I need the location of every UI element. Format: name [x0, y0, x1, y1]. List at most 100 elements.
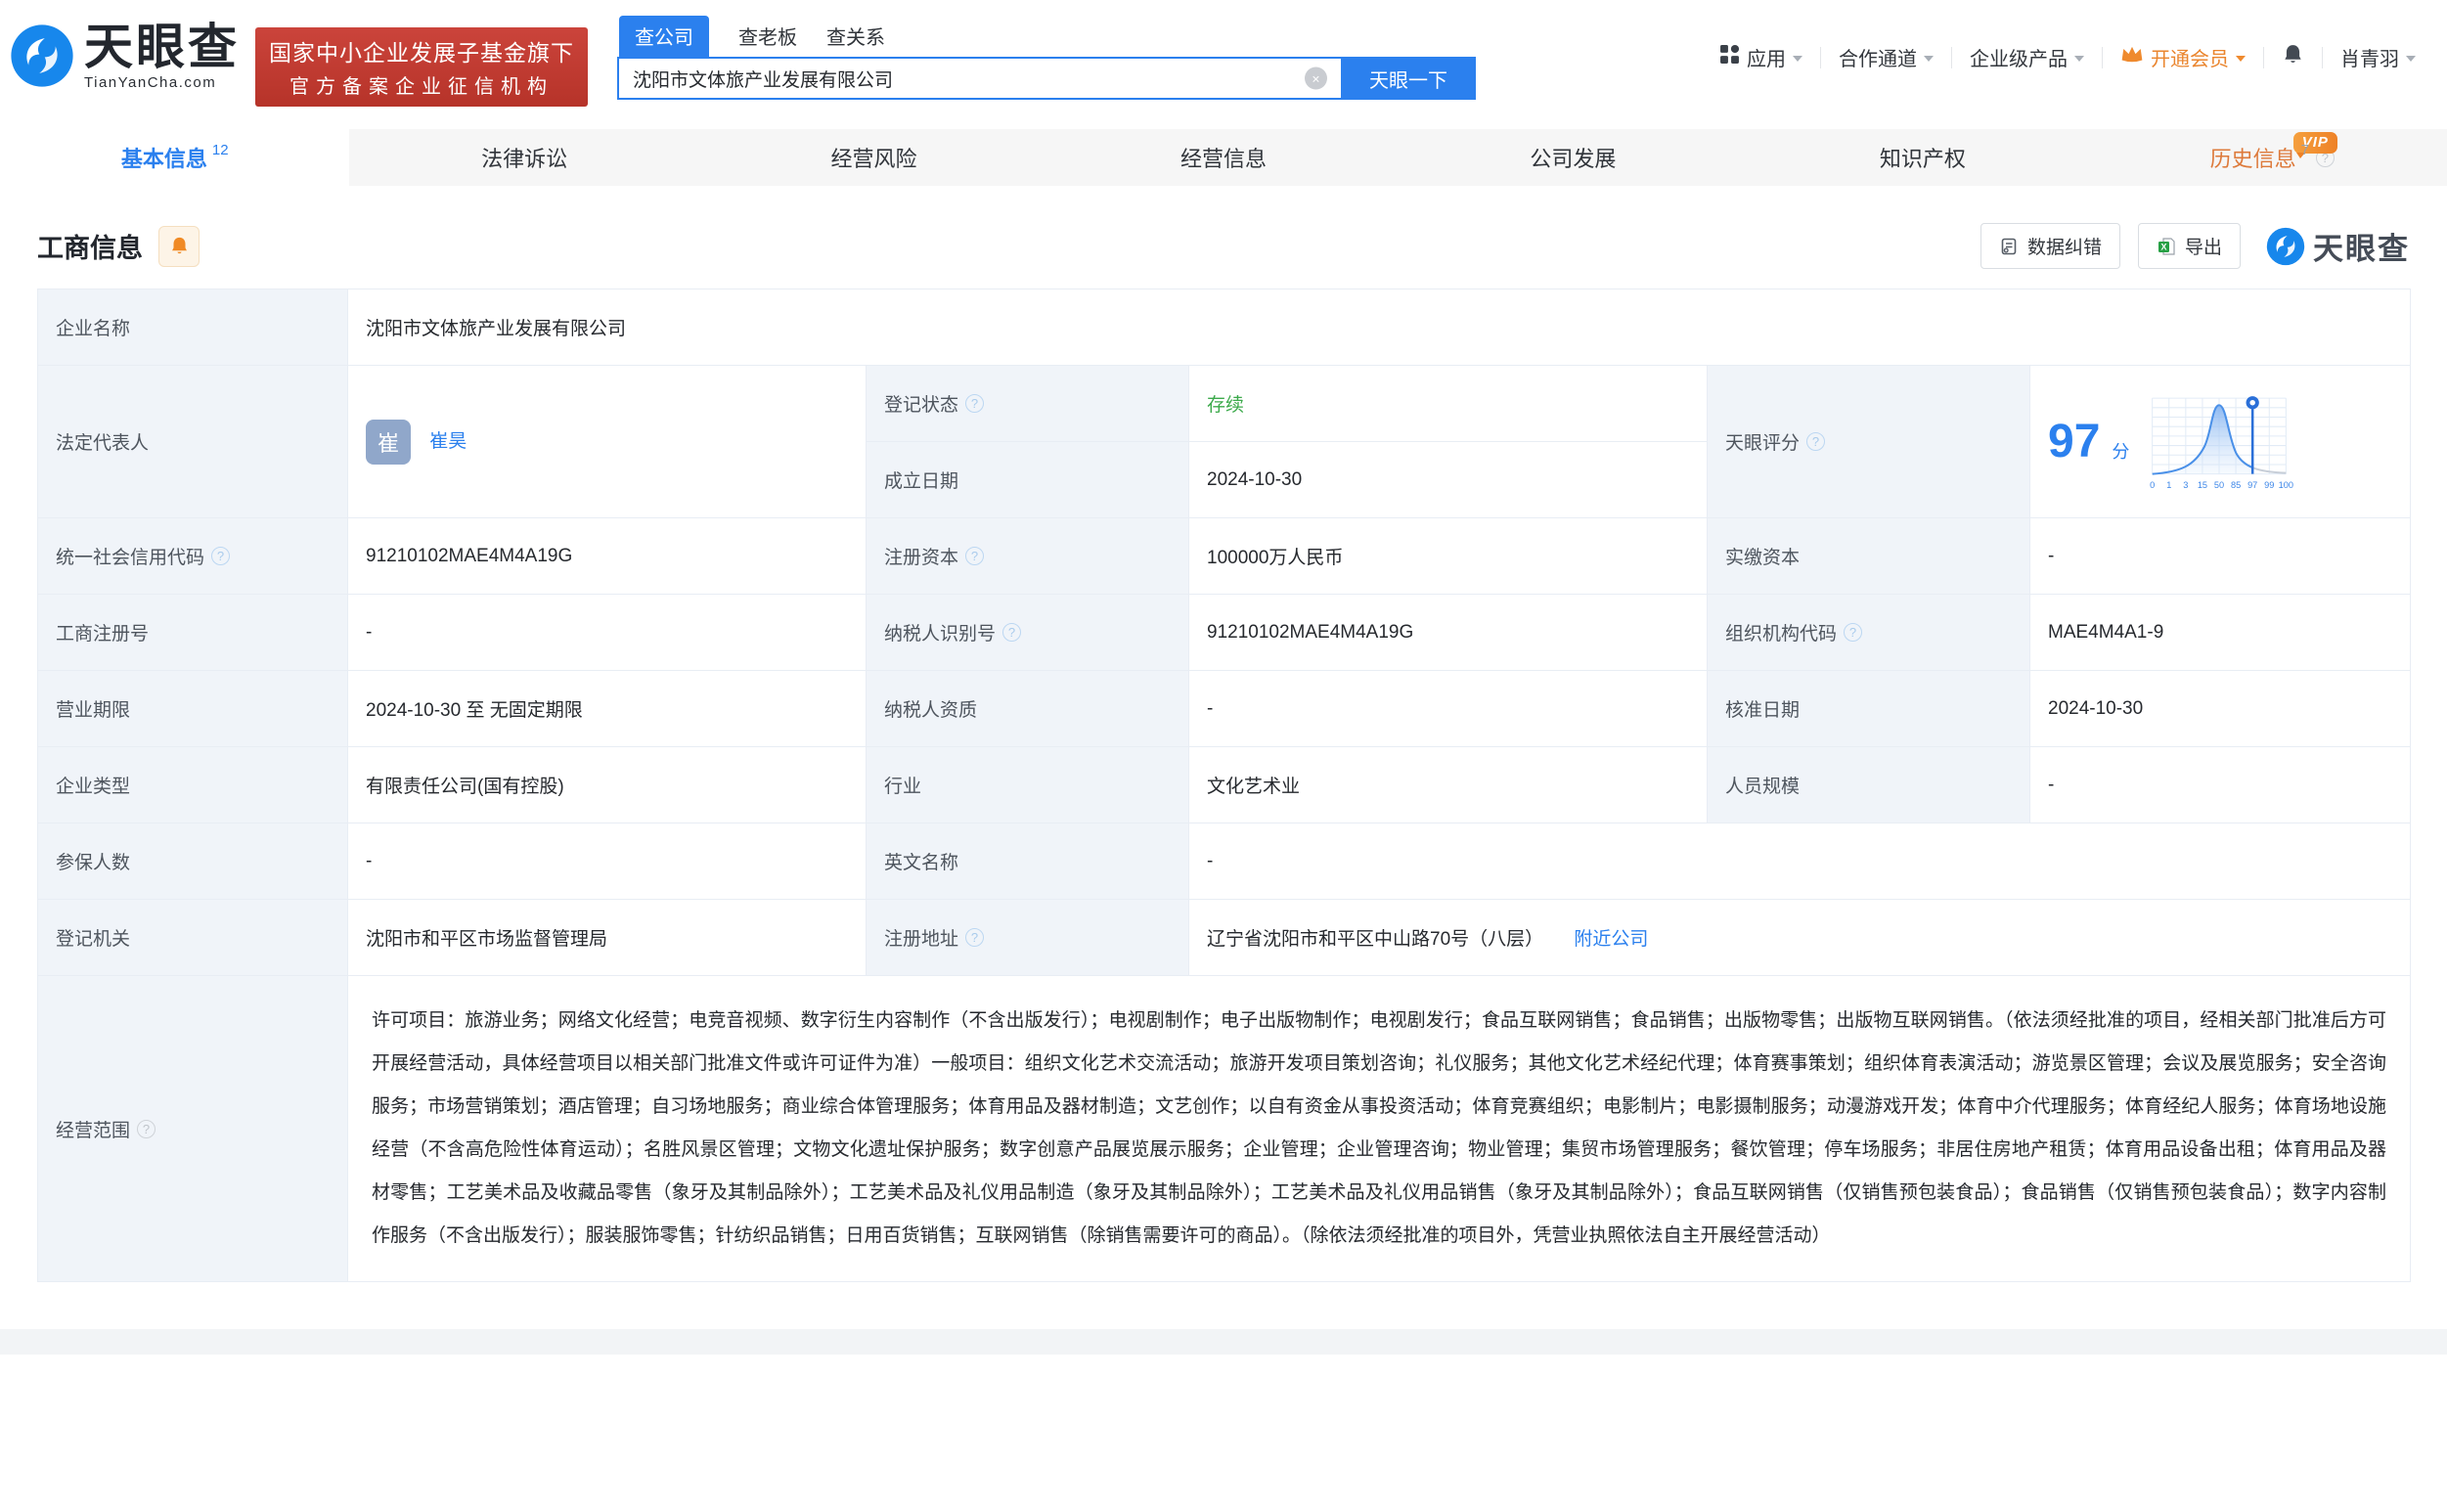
tab-operating-risk-label: 经营风险	[831, 142, 917, 173]
tab-basic-info[interactable]: 基本信息 12	[0, 129, 349, 186]
tab-history-info[interactable]: VIP 历史信息 7 ?	[2098, 129, 2447, 186]
help-icon[interactable]: ?	[211, 547, 230, 565]
legal-rep-label: 法定代表人	[38, 366, 348, 518]
monitor-bell-button[interactable]	[158, 226, 200, 267]
business-scope-value: 许可项目：旅游业务；网络文化经营；电竞音视频、数字衍生内容制作（不含出版发行）；…	[368, 986, 2390, 1271]
tab-history-info-label: 历史信息	[2210, 142, 2296, 173]
score-label-text: 天眼评分	[1725, 428, 1800, 455]
approval-date-label: 核准日期	[1708, 671, 2030, 747]
tab-legal-litigation[interactable]: 法律诉讼	[349, 129, 698, 186]
business-term-value: 2024-10-30 至 无固定期限	[348, 671, 867, 747]
taxpayer-quality-value: -	[1189, 671, 1708, 747]
vip-badge: VIP	[2293, 132, 2337, 154]
gov-badge-line1: 国家中小企业发展子基金旗下	[269, 34, 574, 67]
business-registration-table: 企业名称 沈阳市文体旅产业发展有限公司 法定代表人 崔 崔昊 登记状态? 存续 …	[37, 289, 2411, 1282]
gov-badge-line2: 官方备案企业征信机构	[269, 70, 574, 99]
est-date-label: 成立日期	[867, 442, 1189, 518]
table-row: 法定代表人 崔 崔昊 登记状态? 存续 天眼评分? 97 分	[38, 366, 2411, 442]
table-row: 经营范围? 许可项目：旅游业务；网络文化经营；电竞音视频、数字衍生内容制作（不含…	[38, 976, 2411, 1282]
search-tab-company[interactable]: 查公司	[619, 16, 709, 57]
paid-capital-label: 实缴资本	[1708, 518, 2030, 595]
nav-cooperation[interactable]: 合作通道	[1821, 43, 1951, 71]
staff-size-value: -	[2030, 747, 2411, 823]
search-input[interactable]	[617, 57, 1341, 100]
top-header: 天眼查 TianYanCha.com 国家中小企业发展子基金旗下 官方备案企业征…	[0, 0, 2447, 106]
nav-apps[interactable]: 应用	[1702, 43, 1820, 71]
nearby-companies-link[interactable]: 附近公司	[1574, 929, 1648, 950]
svg-text:1: 1	[2167, 479, 2172, 489]
crown-icon	[2120, 45, 2144, 70]
credit-code-label-text: 统一社会信用代码	[56, 543, 204, 569]
score-axis-labels: 0 1 3 15 50 85 97 99 100	[2150, 479, 2293, 489]
help-icon[interactable]: ?	[965, 547, 984, 565]
help-icon[interactable]: ?	[1844, 623, 1862, 642]
table-row: 参保人数 - 英文名称 -	[38, 823, 2411, 900]
export-button[interactable]: X 导出	[2138, 223, 2241, 269]
business-scope-cell: 许可项目：旅游业务；网络文化经营；电竞音视频、数字衍生内容制作（不含出版发行）；…	[348, 976, 2411, 1282]
bell-icon	[169, 236, 190, 256]
reg-status-label: 登记状态?	[867, 366, 1189, 442]
score-unit: 分	[2112, 438, 2129, 464]
nav-enterprise-label: 企业级产品	[1970, 43, 2068, 71]
table-row: 企业类型 有限责任公司(国有控股) 行业 文化艺术业 人员规模 -	[38, 747, 2411, 823]
help-icon[interactable]: ?	[965, 394, 984, 413]
legal-rep-link[interactable]: 崔昊	[429, 431, 467, 452]
approval-date-value: 2024-10-30	[2030, 671, 2411, 747]
tab-basic-info-count: 12	[212, 142, 229, 158]
section-actions: 数据纠错 X 导出 天眼查	[1980, 223, 2410, 269]
reg-address-label: 注册地址?	[867, 900, 1189, 976]
chevron-down-icon	[2236, 56, 2246, 62]
clear-search-icon[interactable]: ×	[1305, 67, 1327, 90]
reg-capital-value: 100000万人民币	[1189, 518, 1708, 595]
tab-company-development[interactable]: 公司发展	[1399, 129, 1748, 186]
nav-vip-upgrade[interactable]: 开通会员	[2103, 43, 2263, 71]
company-name-label: 企业名称	[38, 289, 348, 366]
svg-text:15: 15	[2198, 479, 2207, 489]
reg-status-label-text: 登记状态	[884, 390, 958, 417]
insured-count-value: -	[348, 823, 867, 900]
chevron-down-icon	[2406, 56, 2416, 62]
credit-code-label: 统一社会信用代码?	[38, 518, 348, 595]
credit-code-value: 91210102MAE4M4A19G	[348, 518, 867, 595]
legal-rep-avatar[interactable]: 崔	[366, 420, 411, 465]
legal-rep-cell: 崔 崔昊	[348, 366, 867, 518]
reg-capital-label-text: 注册资本	[884, 543, 958, 569]
nav-enterprise[interactable]: 企业级产品	[1952, 43, 2102, 71]
help-icon[interactable]: ?	[137, 1120, 156, 1138]
nav-user-account[interactable]: 肖青羽	[2323, 43, 2433, 71]
svg-text:85: 85	[2231, 479, 2241, 489]
data-correction-label: 数据纠错	[2027, 233, 2102, 259]
paid-capital-value: -	[2030, 518, 2411, 595]
tianyancha-logo[interactable]: 天眼查 TianYanCha.com	[10, 22, 240, 90]
staff-size-label: 人员规模	[1708, 747, 2030, 823]
tab-intellectual-property[interactable]: 知识产权	[1748, 129, 2097, 186]
svg-text:97: 97	[2247, 479, 2257, 489]
org-code-label: 组织机构代码?	[1708, 595, 2030, 671]
help-icon[interactable]: ?	[965, 928, 984, 947]
search-tab-boss[interactable]: 查老板	[738, 17, 797, 57]
tab-basic-info-label: 基本信息	[121, 142, 207, 173]
tab-operating-info[interactable]: 经营信息	[1048, 129, 1398, 186]
search-tab-relation[interactable]: 查关系	[826, 17, 885, 57]
reg-number-label: 工商注册号	[38, 595, 348, 671]
tianyancha-watermark: 天眼查	[2266, 224, 2410, 268]
reg-authority-value: 沈阳市和平区市场监督管理局	[348, 900, 867, 976]
tab-intellectual-property-label: 知识产权	[1880, 142, 1966, 173]
brand-name: 天眼查	[84, 22, 240, 73]
reg-authority-label: 登记机关	[38, 900, 348, 976]
chevron-down-icon	[1793, 56, 1802, 62]
business-term-label: 营业期限	[38, 671, 348, 747]
reg-capital-label: 注册资本?	[867, 518, 1189, 595]
search-button[interactable]: 天眼一下	[1341, 57, 1476, 100]
help-icon[interactable]: ?	[1002, 623, 1021, 642]
data-correction-button[interactable]: 数据纠错	[1980, 223, 2120, 269]
svg-text:99: 99	[2265, 479, 2275, 489]
tab-operating-risk[interactable]: 经营风险	[699, 129, 1048, 186]
nav-notifications[interactable]	[2264, 43, 2322, 71]
nav-apps-label: 应用	[1747, 43, 1786, 71]
apps-grid-icon	[1719, 44, 1740, 70]
document-edit-icon	[1999, 237, 2019, 256]
top-nav: 应用 合作通道 企业级产品 开通会员	[1702, 43, 2433, 71]
nav-cooperation-label: 合作通道	[1839, 43, 1917, 71]
help-icon[interactable]: ?	[1806, 432, 1825, 451]
